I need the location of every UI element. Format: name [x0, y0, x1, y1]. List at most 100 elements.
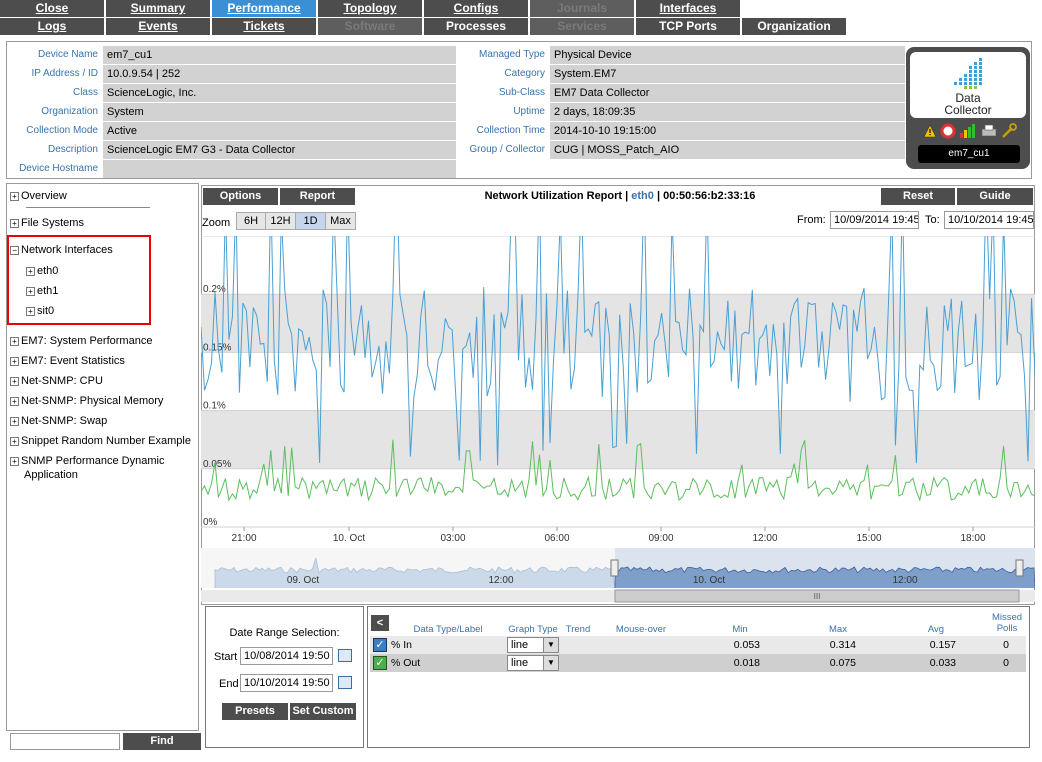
- navigator-handle-left[interactable]: [610, 559, 619, 577]
- expand-icon[interactable]: +: [10, 376, 19, 386]
- calendar-icon[interactable]: [338, 649, 352, 662]
- col-header-missed-line1: Missed: [991, 612, 1023, 623]
- left-label: Organization: [41, 106, 98, 117]
- zoom-12h-button[interactable]: 12H: [265, 212, 296, 230]
- expand-icon[interactable]: +: [10, 416, 19, 426]
- col-header-trend: Trend: [565, 624, 591, 635]
- checkbox-out[interactable]: ✓: [373, 656, 387, 670]
- min-in: 0.053: [733, 639, 760, 651]
- x-tick-label: 10. Oct: [333, 533, 365, 544]
- tab-performance[interactable]: Performance: [212, 0, 316, 17]
- set-custom-button[interactable]: Set Custom: [290, 703, 356, 720]
- tree-item-system-performance[interactable]: + EM7: System Performance: [10, 335, 152, 347]
- zoom-1d-button[interactable]: 1D: [295, 212, 326, 230]
- tab-processes[interactable]: Processes: [424, 18, 528, 35]
- tab-topology[interactable]: Topology: [318, 0, 422, 17]
- from-date-input[interactable]: 10/09/2014 19:45: [830, 211, 919, 229]
- tab-close[interactable]: Close: [0, 0, 104, 17]
- tree-item-swap[interactable]: + Net-SNMP: Swap: [10, 415, 107, 427]
- expand-icon[interactable]: +: [26, 286, 35, 296]
- tab-configs[interactable]: Configs: [424, 0, 528, 17]
- wrench-icon[interactable]: [1002, 123, 1017, 138]
- right-label: Group / Collector: [469, 144, 545, 155]
- dropdown-arrow-icon[interactable]: ▼: [543, 656, 558, 670]
- expand-icon[interactable]: +: [26, 306, 35, 316]
- printer-icon[interactable]: [981, 124, 997, 137]
- zoom-max-button[interactable]: Max: [325, 212, 356, 230]
- scrollbar-grip-icon[interactable]: III: [814, 592, 821, 601]
- navigator-label: 10. Oct: [693, 575, 725, 586]
- tab-events[interactable]: Events: [106, 18, 210, 35]
- tree-label: SNMP Performance Dynamic: [21, 455, 165, 467]
- find-button[interactable]: Find: [123, 733, 201, 750]
- lifebuoy-icon[interactable]: [940, 123, 956, 139]
- tree-item-sit0[interactable]: + sit0: [26, 305, 54, 317]
- tree-item-event-statistics[interactable]: + EM7: Event Statistics: [10, 355, 125, 367]
- zoom-6h-button[interactable]: 6H: [236, 212, 266, 230]
- tree-item-overview[interactable]: + Overview: [10, 190, 67, 202]
- expand-icon[interactable]: +: [26, 266, 35, 276]
- start-date-input[interactable]: 10/08/2014 19:50: [240, 647, 333, 665]
- warning-icon[interactable]: [923, 124, 937, 138]
- tree-item-physical-memory[interactable]: + Net-SNMP: Physical Memory: [10, 395, 163, 407]
- graph-type-value: line: [511, 639, 529, 651]
- presets-button[interactable]: Presets: [222, 703, 288, 720]
- expand-icon[interactable]: +: [10, 336, 19, 346]
- chart-navigator[interactable]: 09. Oct 12:00 10. Oct 12:00 III: [201, 548, 1035, 604]
- col-header-min: Min: [732, 624, 748, 635]
- tab-tcp-ports[interactable]: TCP Ports: [636, 18, 740, 35]
- expand-icon[interactable]: +: [10, 356, 19, 366]
- report-button[interactable]: Report: [280, 188, 355, 205]
- expand-icon[interactable]: +: [10, 191, 19, 201]
- tree-label-continuation: Application: [24, 469, 78, 481]
- navigator-handle-right[interactable]: [1015, 559, 1024, 577]
- tree-item-snippet[interactable]: + Snippet Random Number Example: [10, 435, 191, 447]
- tree-item-snmp-dynamic[interactable]: + SNMP Performance Dynamic: [10, 455, 164, 467]
- collapse-button[interactable]: <: [371, 615, 389, 631]
- tree-item-eth0[interactable]: + eth0: [26, 265, 58, 277]
- end-date-input[interactable]: 10/10/2014 19:50: [240, 674, 333, 692]
- utilization-chart[interactable]: 0%0.05%0.1%0.15%0.2%21:00 10. Oct 03:00 06:…: [201, 236, 1035, 548]
- calendar-icon[interactable]: [338, 676, 352, 689]
- checkbox-in[interactable]: ✓: [373, 638, 387, 652]
- navigator-series: [614, 566, 1035, 589]
- tree-label: Overview: [21, 190, 67, 202]
- tab-tickets[interactable]: Tickets: [212, 18, 316, 35]
- tab-organization[interactable]: Organization: [742, 18, 846, 35]
- expand-icon[interactable]: +: [10, 456, 19, 466]
- tab-interfaces[interactable]: Interfaces: [636, 0, 740, 17]
- graph-type-select-in[interactable]: line ▼: [507, 637, 559, 653]
- col-header-missed-line2: Polls: [996, 623, 1018, 634]
- tree-label: EM7: System Performance: [21, 335, 153, 347]
- x-tick-label: 09:00: [648, 533, 673, 544]
- right-label: Managed Type: [479, 49, 545, 60]
- tab-logs[interactable]: Logs: [0, 18, 104, 35]
- tree-item-file-systems[interactable]: + File Systems: [10, 217, 84, 229]
- expand-icon[interactable]: +: [10, 396, 19, 406]
- tree-item-cpu[interactable]: + Net-SNMP: CPU: [10, 375, 103, 387]
- expand-icon[interactable]: +: [10, 436, 19, 446]
- graph-type-select-out[interactable]: line ▼: [507, 655, 559, 671]
- navigator-label: 09. Oct: [287, 575, 319, 586]
- reset-button[interactable]: Reset: [881, 188, 955, 205]
- tree-label: Net-SNMP: CPU: [21, 375, 103, 387]
- report-interface: eth0: [631, 190, 654, 202]
- tab-summary[interactable]: Summary: [106, 0, 210, 17]
- tree-item-network-interfaces[interactable]: − Network Interfaces: [10, 244, 113, 256]
- dropdown-arrow-icon[interactable]: ▼: [543, 638, 558, 652]
- chart-band: [201, 410, 1035, 469]
- signal-bars-icon[interactable]: [960, 124, 975, 138]
- find-input[interactable]: [10, 733, 120, 750]
- tree-label: eth1: [37, 285, 59, 297]
- tree-item-eth1[interactable]: + eth1: [26, 285, 58, 297]
- right-value: 2014-10-10 19:15:00: [550, 122, 905, 140]
- collapse-icon[interactable]: −: [10, 245, 19, 255]
- tree-label: EM7: Event Statistics: [21, 355, 125, 367]
- to-date-input[interactable]: 10/10/2014 19:45: [944, 211, 1034, 229]
- guide-button[interactable]: Guide: [957, 188, 1033, 205]
- tab-journals: Journals: [530, 0, 634, 17]
- options-button[interactable]: Options: [203, 188, 278, 205]
- x-tick-label: 06:00: [544, 533, 569, 544]
- max-out: 0.075: [829, 657, 856, 669]
- expand-icon[interactable]: +: [10, 218, 19, 228]
